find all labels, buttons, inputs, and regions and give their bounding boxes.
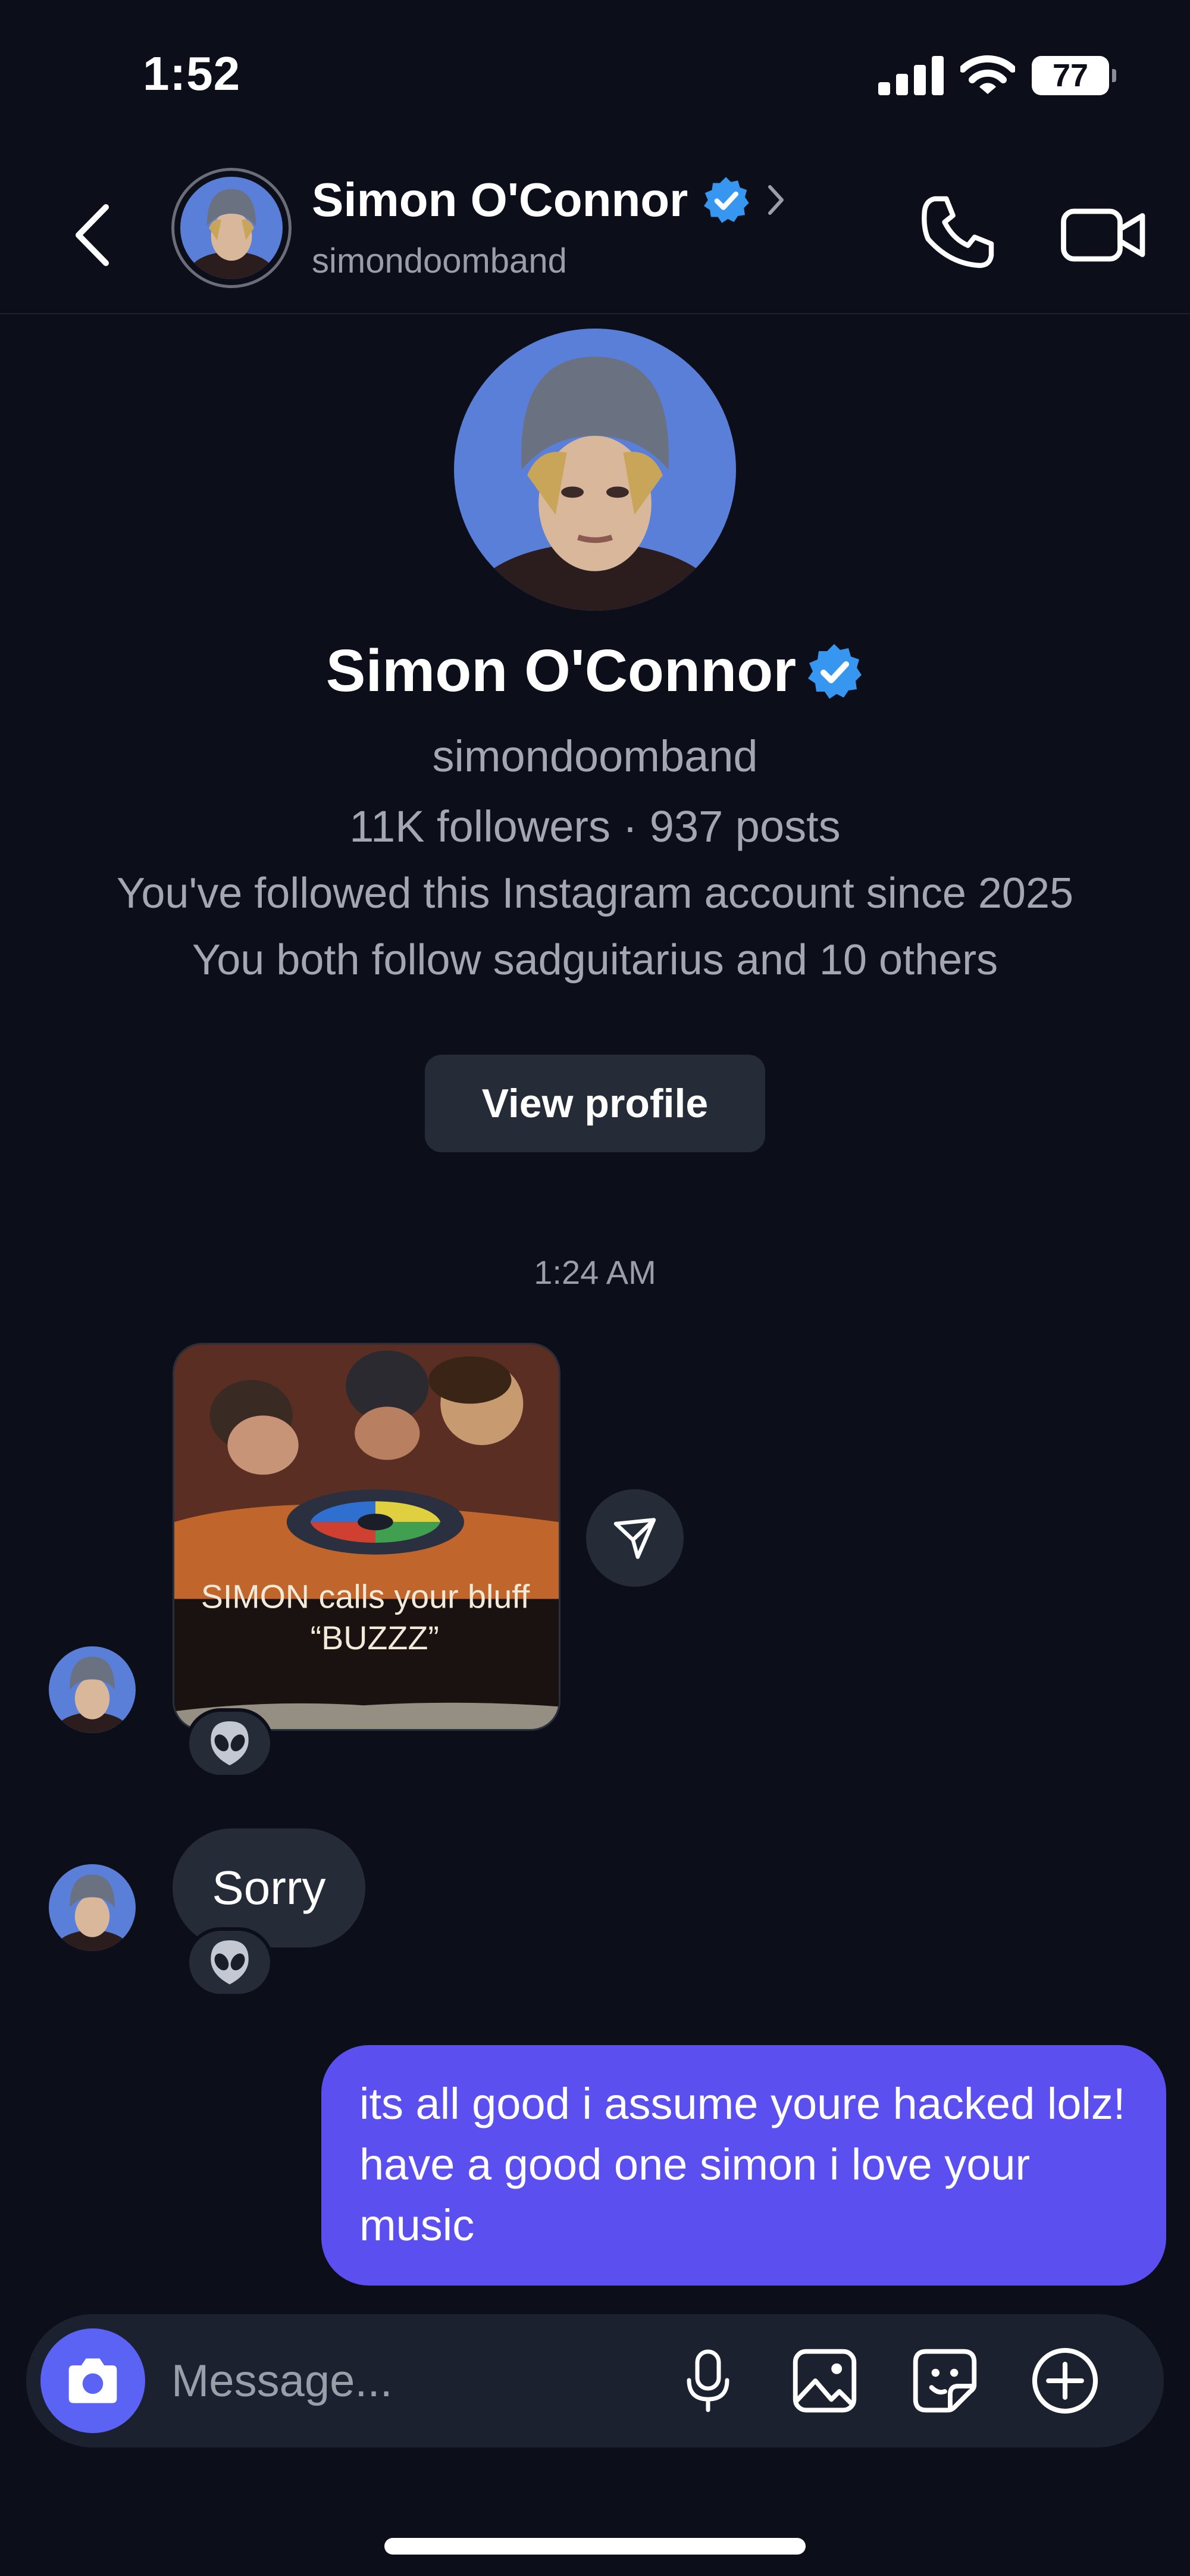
verified-badge-icon [808,643,862,699]
message-reaction[interactable] [186,1708,274,1778]
image-caption-line1: SIMON calls your bluff [201,1578,530,1615]
message-reaction[interactable] [186,1927,274,1997]
gallery-button[interactable] [789,2345,860,2416]
video-call-button[interactable] [1059,196,1148,274]
status-time: 1:52 [143,47,241,100]
verified-badge-icon [704,177,749,223]
image-gallery-icon [793,2349,857,2413]
message-timestamp: 1:24 AM [534,1253,656,1291]
send-arrow-icon [613,1518,656,1559]
shared-image-message[interactable]: SIMON calls your bluff “BUZZZ” [173,1343,560,1731]
avatar-image [180,177,283,279]
profile-stats: 11K followers · 937 posts [349,802,841,851]
wifi-icon [960,55,1015,94]
sender-avatar[interactable] [49,1646,136,1733]
incoming-message[interactable]: Sorry [173,1828,365,1947]
camera-button[interactable] [40,2328,145,2433]
sticker-icon [913,2349,977,2413]
chevron-right-icon [768,185,784,215]
sticker-button[interactable] [909,2345,981,2416]
forward-button[interactable] [586,1489,684,1587]
home-indicator[interactable] [384,2538,806,2555]
back-button[interactable] [70,196,124,274]
more-actions-button[interactable] [1029,2345,1101,2416]
view-profile-button[interactable]: View profile [425,1055,765,1152]
message-text: its all good i assume youre hacked lolz!… [359,2079,1126,2250]
message-composer [26,2314,1164,2447]
message-input[interactable] [171,2351,647,2411]
phone-icon [922,196,994,268]
chevron-left-icon [76,204,109,266]
header-avatar[interactable] [171,168,292,288]
microphone-icon [687,2349,729,2412]
profile-followed-since: You've followed this Instagram account s… [116,870,1074,917]
alien-emoji-icon [211,1721,249,1765]
voice-call-button[interactable] [916,190,1000,274]
header-name-row[interactable]: Simon O'Connor [312,173,788,227]
message-text: Sorry [212,1861,326,1914]
battery-indicator: 77 [1032,56,1116,95]
image-caption-line2: “BUZZZ” [311,1620,439,1656]
cellular-signal-icon [878,56,944,95]
alien-emoji-icon [211,1940,249,1984]
plus-circle-icon [1032,2347,1098,2414]
battery-level: 77 [1052,58,1089,93]
chat-screen: 1:52 77 Simon O'Connor simondoomband Sim… [0,0,1190,2576]
outgoing-message[interactable]: its all good i assume youre hacked lolz!… [321,2045,1166,2286]
header-handle[interactable]: simondoomband [312,241,567,281]
profile-name: Simon O'Connor [325,637,797,704]
profile-avatar[interactable] [454,329,736,611]
profile-name-row: Simon O'Connor [0,637,1190,705]
sender-avatar[interactable] [49,1864,136,1951]
header-name: Simon O'Connor [312,173,688,226]
camera-icon [68,2358,117,2403]
chat-header: Simon O'Connor simondoomband [0,155,1190,314]
status-icons: 77 [878,55,1116,96]
profile-mutuals: You both follow sadguitarius and 10 othe… [192,936,998,984]
profile-handle: simondoomband [432,731,758,781]
video-camera-icon [1061,208,1145,262]
voice-message-button[interactable] [672,2345,744,2416]
